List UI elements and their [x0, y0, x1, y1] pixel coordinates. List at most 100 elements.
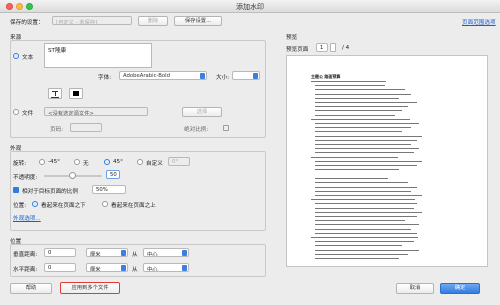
rotate-custom-label: 自定义 — [146, 161, 163, 167]
opacity-slider-thumb[interactable] — [69, 172, 76, 179]
horizontal-distance-label: 水平距离: — [13, 267, 38, 273]
custom-rotation-field[interactable]: 0° — [168, 157, 190, 166]
horizontal-unit-select[interactable]: 厘米 — [86, 263, 128, 272]
horizontal-anchor-value: 中心 — [147, 267, 158, 272]
preview-page-stepper[interactable] — [330, 43, 336, 52]
preview-text-line — [315, 102, 417, 103]
font-select-arrow-icon — [200, 73, 205, 79]
preview-text-line — [315, 165, 417, 166]
cancel-button[interactable]: 取消 — [396, 283, 434, 294]
rotate-none-label: 无 — [83, 161, 89, 167]
size-select-arrow-icon — [253, 73, 258, 79]
appearance-options-link[interactable]: 外观选项... — [13, 214, 41, 222]
preview-text-line — [315, 97, 400, 99]
preview-page-field[interactable]: 1 — [316, 43, 328, 52]
preview-text-line — [315, 160, 423, 162]
preview-text-line — [315, 114, 395, 116]
preview-text-line — [315, 93, 411, 95]
preview-text-line — [315, 207, 414, 209]
behind-page-label: 看起来在页面之下 — [41, 203, 86, 209]
font-value: AdobeArabic-Bold — [123, 73, 170, 79]
preview-text-line — [315, 182, 408, 184]
above-page-radio[interactable] — [102, 201, 108, 207]
preview-area: 主题公 路面预算 — [286, 55, 488, 267]
page-range-options-link[interactable]: 页面范围选项 — [462, 18, 496, 26]
horizontal-anchor-select[interactable]: 中心 — [143, 263, 189, 272]
delete-button[interactable]: 删除 — [138, 16, 168, 26]
layer-position-label: 位置: — [13, 203, 27, 209]
saved-settings-select[interactable]: [自定义 - 未保存] — [52, 16, 132, 25]
rotate-45-radio[interactable] — [104, 159, 110, 165]
rotate-45-label: 45° — [113, 159, 123, 165]
preview-text-line — [315, 220, 405, 222]
preview-text-line — [315, 195, 423, 196]
horizontal-from-label: 从 — [132, 267, 138, 273]
watermark-text-area[interactable]: ST隆康 — [44, 43, 152, 68]
relative-scale-checkbox[interactable] — [13, 187, 19, 193]
preview-text-line — [311, 156, 398, 158]
horizontal-distance-field[interactable]: 0 — [44, 263, 76, 272]
rotate-custom-radio[interactable] — [137, 159, 143, 165]
preview-text-line — [315, 253, 408, 255]
opacity-label: 不透明度: — [13, 175, 38, 181]
window-title: 添加水印 — [236, 3, 264, 11]
preview-text-line — [315, 110, 402, 112]
preview-text-line — [315, 245, 402, 247]
rotation-label: 旋转: — [13, 161, 27, 167]
preview-text-line — [311, 81, 387, 82]
preview-text-line — [311, 199, 416, 201]
source-file-field[interactable]: <没有选定源文件> — [44, 107, 148, 116]
preview-text-line — [315, 152, 414, 154]
vertical-distance-label: 垂直距离: — [13, 252, 38, 258]
preview-text-line — [315, 258, 400, 259]
preview-text-line — [315, 211, 423, 213]
preview-text-line — [315, 131, 402, 133]
opacity-field[interactable]: 50 — [106, 170, 120, 179]
vertical-anchor-select[interactable]: 中心 — [143, 248, 189, 257]
text-color-button[interactable] — [69, 88, 83, 99]
relative-scale-field[interactable]: 50% — [92, 185, 126, 194]
save-settings-button[interactable]: 保存设置... — [174, 16, 222, 26]
rotate-neg45-radio[interactable] — [39, 159, 45, 165]
rotate-none-radio[interactable] — [74, 159, 80, 165]
add-watermark-dialog: 添加水印 保存的设置： [自定义 - 未保存] 删除 保存设置... 页面范围选… — [0, 0, 500, 305]
apply-to-multiple-files-button[interactable]: 应用到多个文件 — [60, 282, 120, 294]
vertical-unit-value: 厘米 — [90, 252, 101, 257]
preview-text-line — [315, 203, 417, 205]
font-label: 字体: — [98, 75, 112, 81]
font-select[interactable]: AdobeArabic-Bold — [119, 71, 207, 80]
text-align-button[interactable] — [48, 88, 62, 99]
preview-text-line — [315, 169, 400, 171]
page-number-label: 页码: — [50, 127, 64, 133]
preview-text-line — [315, 241, 414, 243]
behind-page-radio[interactable] — [32, 201, 38, 207]
vertical-distance-field[interactable]: 0 — [44, 248, 76, 257]
rotate-neg45-label: -45° — [48, 159, 60, 165]
above-page-label: 看起来在页面之上 — [111, 203, 156, 209]
horizontal-anchor-arrow-icon — [182, 265, 187, 271]
preview-doc-title: 主题公 路面预算 — [311, 74, 341, 79]
vertical-anchor-arrow-icon — [182, 250, 187, 256]
text-radio[interactable] — [13, 53, 19, 59]
color-swatch — [73, 91, 79, 96]
absolute-scale-checkbox[interactable] — [223, 125, 229, 131]
ok-button[interactable]: 确定 — [440, 283, 480, 294]
preview-text-line — [315, 123, 420, 124]
file-radio[interactable] — [13, 109, 19, 115]
preview-text-line — [315, 190, 411, 192]
help-button[interactable]: 帮助 — [10, 283, 52, 294]
relative-scale-label: 相对于目标页面的比例 — [22, 189, 78, 195]
preview-text-line — [315, 127, 411, 129]
preview-page-total: / 4 — [342, 45, 350, 51]
file-radio-label: 文件 — [22, 111, 34, 117]
vertical-unit-select[interactable]: 厘米 — [86, 248, 128, 257]
size-select[interactable] — [232, 71, 260, 80]
preview-text-line — [315, 144, 411, 145]
preview-text-line — [315, 216, 417, 217]
preview-text-line — [315, 148, 420, 150]
page-number-field[interactable] — [70, 123, 102, 132]
preview-group-label: 预览 — [286, 35, 298, 41]
choose-file-button[interactable]: 选择 — [182, 107, 222, 117]
preview-text-line — [315, 249, 420, 251]
preview-text-line — [311, 237, 419, 238]
